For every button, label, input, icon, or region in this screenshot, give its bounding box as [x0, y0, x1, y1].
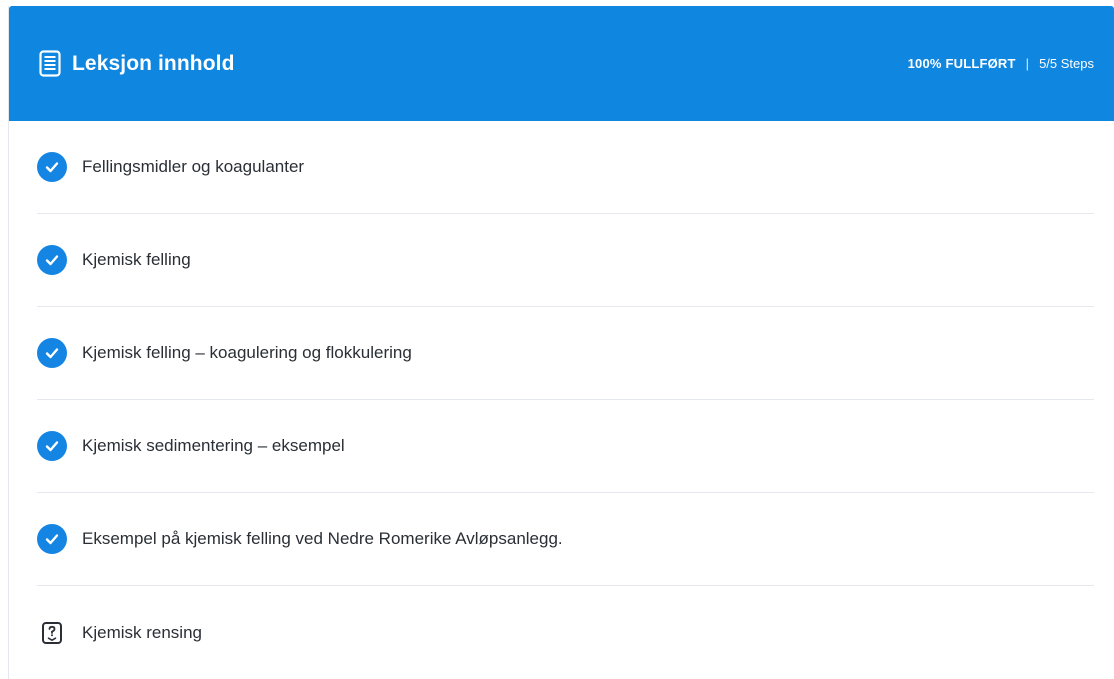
progress-percent: 100% FULLFØRT: [907, 56, 1016, 71]
lesson-content-header: Leksjon innhold 100% FULLFØRT | 5/5 Step…: [9, 6, 1114, 121]
document-icon: [39, 50, 61, 77]
lesson-topic-list: Fellingsmidler og koagulanter Kjemisk fe…: [9, 121, 1114, 679]
list-item[interactable]: Kjemisk felling: [37, 214, 1094, 307]
list-item-label[interactable]: Eksempel på kjemisk felling ved Nedre Ro…: [82, 529, 563, 549]
list-item-label[interactable]: Kjemisk felling – koagulering og flokkul…: [82, 343, 412, 363]
list-item[interactable]: Fellingsmidler og koagulanter: [37, 121, 1094, 214]
check-circle-icon: [37, 524, 67, 554]
quiz-icon: [37, 618, 67, 648]
check-circle-icon: [37, 245, 67, 275]
list-item-label[interactable]: Kjemisk sedimentering – eksempel: [82, 436, 345, 456]
list-item-label[interactable]: Fellingsmidler og koagulanter: [82, 157, 304, 177]
list-item[interactable]: Kjemisk felling – koagulering og flokkul…: [37, 307, 1094, 400]
check-circle-icon: [37, 338, 67, 368]
check-circle-icon: [37, 431, 67, 461]
list-item[interactable]: Kjemisk sedimentering – eksempel: [37, 400, 1094, 493]
steps-count: 5/5 Steps: [1039, 56, 1094, 71]
header-title-group: Leksjon innhold: [39, 50, 235, 77]
list-item[interactable]: Kjemisk rensing: [37, 586, 1094, 679]
check-circle-icon: [37, 152, 67, 182]
progress-separator: |: [1025, 56, 1030, 71]
header-title: Leksjon innhold: [72, 51, 235, 75]
progress-summary: 100% FULLFØRT | 5/5 Steps: [908, 56, 1094, 71]
list-item-label[interactable]: Kjemisk felling: [82, 250, 191, 270]
lesson-content-panel: Leksjon innhold 100% FULLFØRT | 5/5 Step…: [8, 6, 1114, 679]
list-item-label[interactable]: Kjemisk rensing: [82, 623, 202, 643]
list-item[interactable]: Eksempel på kjemisk felling ved Nedre Ro…: [37, 493, 1094, 586]
